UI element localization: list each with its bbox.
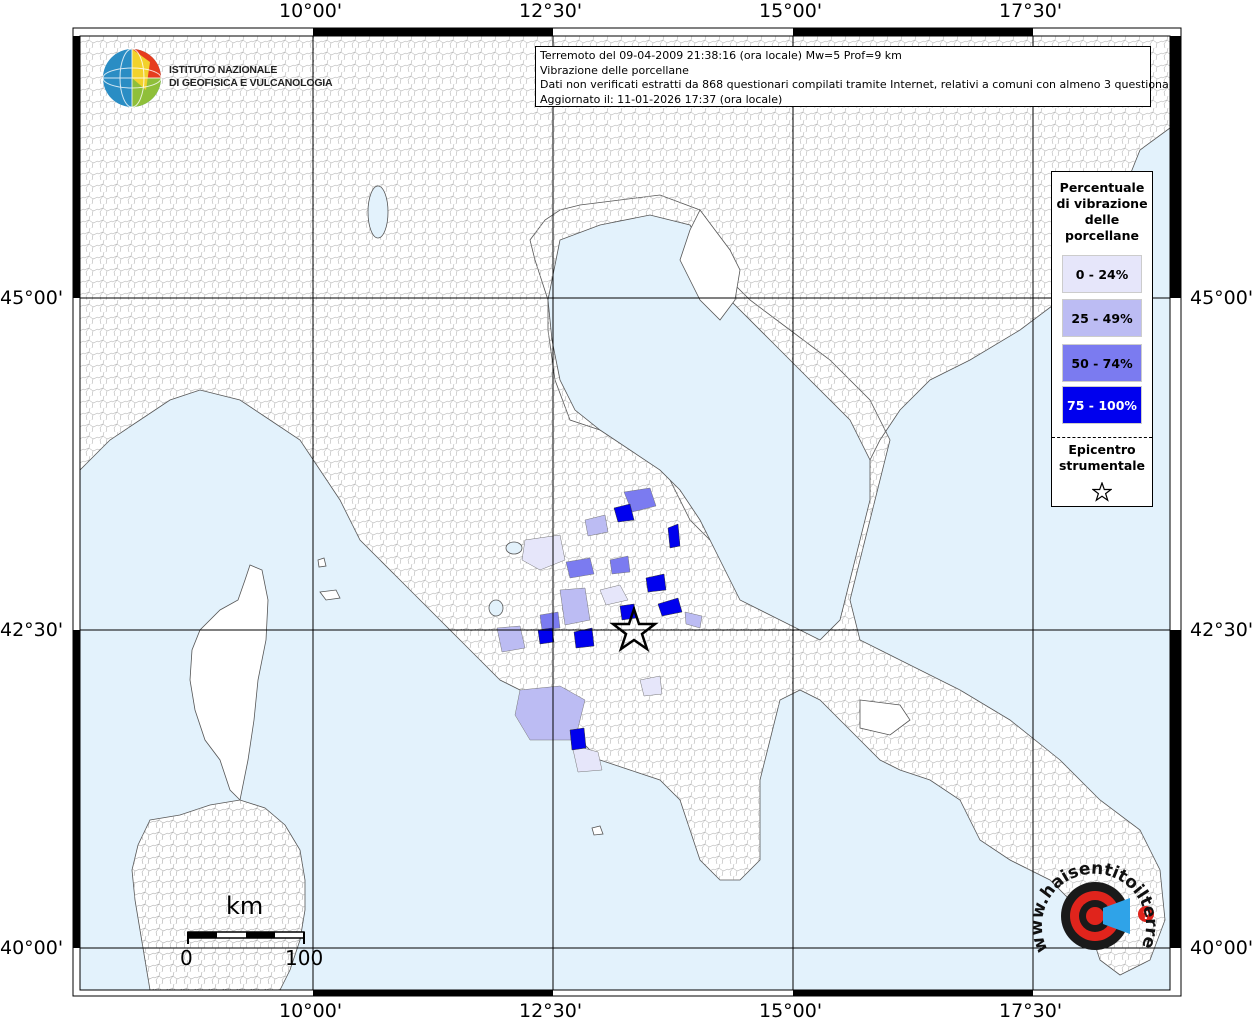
- lon-tick-bottom-2: 12°30': [519, 1000, 583, 1022]
- scale-start: 0: [180, 946, 193, 970]
- lon-tick-top-4: 17°30': [999, 0, 1063, 22]
- legend: Percentuale di vibrazione delle porcella…: [1051, 171, 1153, 507]
- legend-divider: [1052, 437, 1152, 438]
- lat-tick-right-2: 42°30': [1190, 619, 1254, 641]
- scale-title: km: [226, 892, 264, 920]
- lat-tick-left-3: 40°00': [0, 937, 64, 959]
- lat-tick-left-1: 45°00': [0, 287, 64, 309]
- event-line-1: Terremoto del 09-04-2009 21:38:16 (ora l…: [540, 49, 902, 62]
- area-class-4: [569, 727, 587, 751]
- land-sardinia-texture: [132, 800, 305, 990]
- ingv-globe-logo: [102, 48, 162, 108]
- legend-epicenter-line-1: Epicentro: [1068, 442, 1136, 457]
- legend-class-25-49: 25 - 49%: [1062, 299, 1142, 337]
- legend-title-line-3: delle: [1084, 212, 1120, 227]
- scale-end: 100: [285, 946, 324, 970]
- event-line-2: Vibrazione delle porcellane: [540, 63, 689, 77]
- area-class-4: [667, 523, 681, 549]
- event-line-3: Dati non verificati estratti da 868 ques…: [540, 78, 1180, 91]
- lon-tick-bottom-4: 17°30': [999, 1000, 1063, 1022]
- legend-title-line-4: porcellane: [1065, 228, 1139, 243]
- legend-title-line-1: Percentuale: [1059, 180, 1145, 195]
- lon-tick-top-1: 10°00': [279, 0, 343, 22]
- map: ? www.haisentitoilterremoto.it: [0, 0, 1182, 997]
- lat-tick-right-3: 40°00': [1190, 937, 1254, 959]
- legend-title-line-2: di vibrazione: [1056, 196, 1148, 211]
- lon-tick-top-3: 15°00': [759, 0, 823, 22]
- legend-epicenter: Epicentro strumentale: [1052, 442, 1152, 506]
- lon-tick-bottom-3: 15°00': [759, 1000, 823, 1022]
- lake-garda: [367, 185, 389, 239]
- lon-tick-top-2: 12°30': [519, 0, 583, 22]
- legend-class-75-100: 75 - 100%: [1062, 386, 1142, 424]
- star-icon: [1091, 481, 1113, 502]
- ingv-logo-text: ISTITUTO NAZIONALE DI GEOFISICA E VULCAN…: [169, 64, 333, 90]
- area-class-2: [559, 587, 591, 626]
- lake-bolsena: [488, 599, 504, 617]
- logo-line-2: DI GEOFISICA E VULCANOLOGIA: [169, 77, 333, 89]
- legend-epicenter-line-2: strumentale: [1058, 458, 1146, 473]
- event-info-box: Terremoto del 09-04-2009 21:38:16 (ora l…: [535, 46, 1180, 107]
- legend-title: Percentuale di vibrazione delle porcella…: [1052, 180, 1152, 244]
- legend-class-50-74: 50 - 74%: [1062, 344, 1142, 382]
- lat-tick-left-2: 42°30': [0, 619, 64, 641]
- area-class-3: [539, 611, 561, 631]
- event-line-4: Aggiornato il: 11-01-2026 17:37 (ora loc…: [540, 92, 783, 106]
- lon-tick-bottom-1: 10°00': [279, 1000, 343, 1022]
- logo-line-1: ISTITUTO NAZIONALE: [169, 64, 278, 76]
- lake-trasimeno: [505, 541, 523, 555]
- legend-class-0-24: 0 - 24%: [1062, 255, 1142, 293]
- lat-tick-right-1: 45°00': [1190, 287, 1254, 309]
